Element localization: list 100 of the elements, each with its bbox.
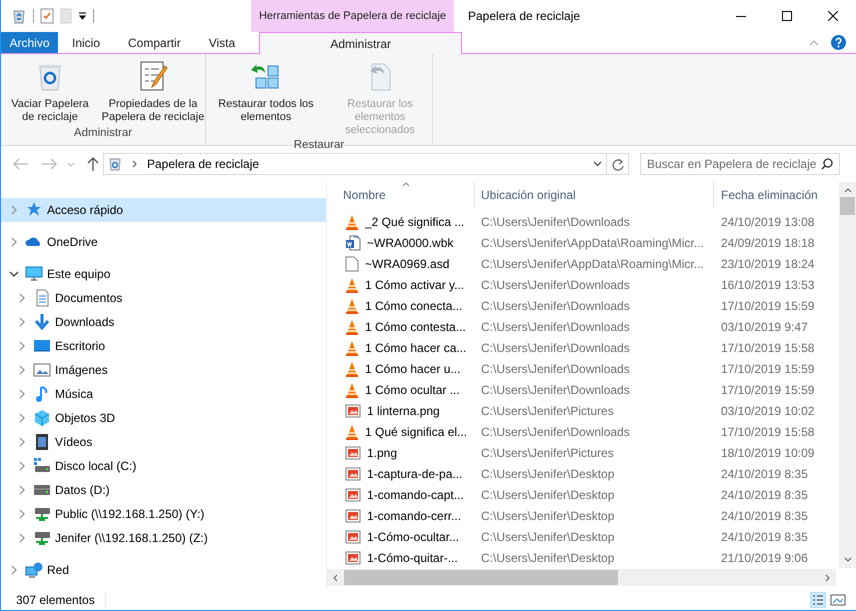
column-header[interactable]: Nombre [343,186,386,204]
back-icon[interactable] [13,158,29,170]
tree-item[interactable]: Red [1,558,326,582]
ribbon-tab[interactable]: Compartir [114,32,195,53]
table-cell: C:\Users\Jenifer\Pictures [481,446,614,460]
horizontal-scrollbar[interactable] [327,569,836,586]
tree-item[interactable]: Downloads [1,310,326,334]
chevron-down-icon[interactable] [9,269,19,279]
file-name[interactable]: 1 Cómo hacer u... [365,360,460,378]
ribbon-group-label: Administrar [72,126,134,141]
tree-item[interactable]: Objetos 3D [1,406,326,430]
maximize-icon[interactable] [782,11,792,21]
tree-item[interactable]: Datos (D:) [1,478,326,502]
tree-item[interactable]: Disco local (C:) [1,454,326,478]
ribbon-tab[interactable]: Inicio [58,32,114,53]
chevron-right-icon[interactable] [17,293,27,303]
file-name[interactable]: 1 linterna.png [367,402,440,420]
ribbon-button[interactable]: Restaurar todos los elementos [210,60,322,137]
file-name[interactable]: _2 Qué significa ... [365,212,464,230]
scroll-right-icon[interactable] [825,574,830,582]
scroll-left-icon[interactable] [333,574,338,582]
tree-item[interactable]: Documentos [1,286,326,310]
table-cell: 24/10/2019 8:35 [721,466,808,480]
file-name[interactable]: 1-comando-capt... [367,486,464,504]
blank-page-icon[interactable] [60,8,72,24]
ribbon-group-label: Restaurar [292,138,346,153]
customize-dropdown-icon[interactable] [78,12,87,20]
file-name[interactable]: 1-comando-cerr... [367,506,462,524]
dropdown-chevron-icon[interactable] [593,161,602,167]
tree-item[interactable]: Imágenes [1,358,326,382]
recent-locations-icon[interactable] [67,162,75,166]
file-name[interactable]: 1 Cómo contesta... [365,318,466,336]
file-name[interactable]: 1.png [367,444,398,462]
table-cell: 17/10/2019 15:59 [721,382,814,396]
file-name[interactable]: 1-Cómo-quitar-... [367,548,458,566]
ribbon-tab[interactable]: Archivo [1,32,58,53]
checklist-icon[interactable] [40,8,54,24]
table-cell: C:\Users\Jenifer\Downloads [481,424,630,438]
image-file-icon [345,404,361,418]
help-icon[interactable] [831,35,846,50]
table-cell: 21/10/2019 9:06 [721,550,808,564]
tree-item[interactable]: Public (\\192.168.1.250) (Y:) [1,502,326,526]
chevron-right-icon[interactable] [17,413,27,423]
forward-icon[interactable] [41,158,57,170]
address-bar[interactable]: Papelera de reciclaje [103,153,629,175]
table-cell: 03/10/2019 9:47 [721,320,808,334]
file-name[interactable]: 1 Cómo activar y... [365,276,464,294]
file-name[interactable]: 1-Cómo-ocultar... [367,528,460,546]
vertical-scrollbar[interactable] [839,182,856,568]
traffic-cone-icon [345,276,359,292]
table-cell: 16/10/2019 13:53 [721,278,814,292]
search-icon[interactable] [821,158,833,170]
tree-item[interactable]: Música [1,382,326,406]
ribbon-tab[interactable]: Vista [194,32,250,53]
chevron-right-icon[interactable] [17,365,27,375]
tree-item[interactable]: Acceso rápido [1,198,326,222]
tree-item[interactable]: OneDrive [1,230,326,254]
traffic-cone-icon [345,360,359,376]
recycle-bin-icon[interactable] [11,8,27,24]
column-header[interactable]: Fecha eliminación [721,186,818,204]
tree-item[interactable]: Este equipo [1,262,326,286]
chevron-right-icon[interactable] [9,237,19,247]
tree-item[interactable]: Jenifer (\\192.168.1.250) (Z:) [1,526,326,550]
search-field[interactable]: Buscar en Papelera de reciclaje [640,153,840,175]
chevron-right-icon[interactable] [17,533,27,543]
large-icons-view-icon[interactable] [830,592,846,608]
collapse-ribbon-icon[interactable] [809,40,819,46]
chevron-right-icon[interactable] [9,205,19,215]
chevron-right-icon[interactable] [17,341,27,351]
up-icon[interactable] [87,157,99,171]
tree-item[interactable]: Vídeos [1,430,326,454]
tree-item[interactable]: Escritorio [1,334,326,358]
file-name[interactable]: 1 Cómo ocultar ... [365,380,460,398]
column-header[interactable]: Ubicación original [481,186,576,204]
chevron-right-icon[interactable] [17,485,27,495]
chevron-right-icon[interactable] [17,461,27,471]
scrollbar-thumb[interactable] [344,570,618,585]
details-view-icon[interactable] [810,592,826,608]
file-name[interactable]: ~WRA0969.asd [365,254,450,272]
chevron-right-icon[interactable] [9,565,19,575]
file-name[interactable]: 1 Cómo conecta... [365,296,462,314]
word-document-icon [345,234,361,250]
chevron-right-icon[interactable] [17,437,27,447]
scrollbar-thumb[interactable] [840,197,855,215]
ribbon-tab[interactable]: Administrar [259,32,462,54]
chevron-right-icon[interactable] [17,317,27,327]
file-name[interactable]: 1 Qué significa el... [365,422,468,440]
refresh-icon[interactable] [612,158,624,170]
scroll-down-icon[interactable] [844,557,852,562]
ribbon-button[interactable]: Vaciar Papelera de reciclaje [5,60,95,125]
table-cell: C:\Users\Jenifer\Downloads [481,320,630,334]
file-name[interactable]: 1-captura-de-pa... [367,464,462,482]
ribbon-button[interactable]: Propiedades de la Papelera de reciclaje [97,60,209,125]
file-name[interactable]: 1 Cómo hacer ca... [365,338,466,356]
file-name[interactable]: ~WRA0000.wbk [367,234,454,252]
table-cell: 24/09/2019 18:18 [721,236,814,250]
scroll-up-icon[interactable] [844,188,852,193]
close-icon[interactable] [828,11,838,21]
chevron-right-icon[interactable] [17,509,27,519]
chevron-right-icon[interactable] [17,389,27,399]
